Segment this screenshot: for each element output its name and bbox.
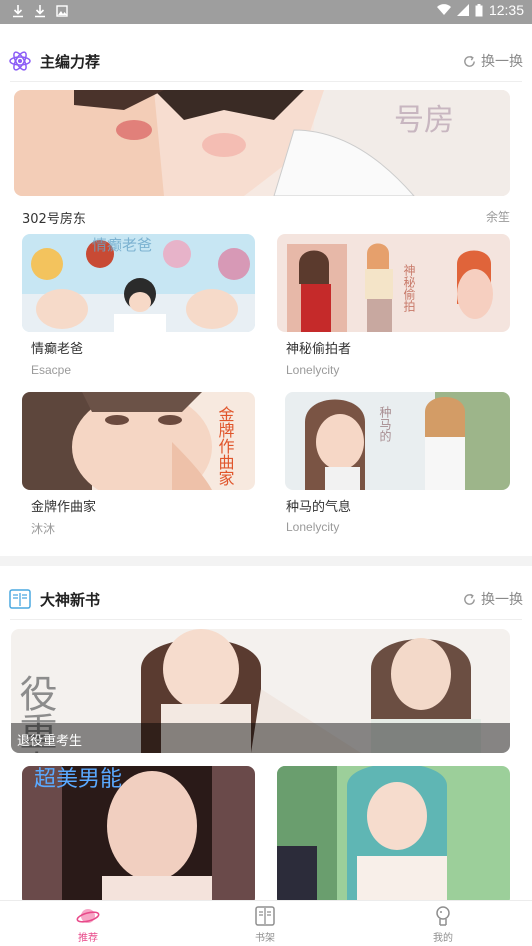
refresh-button[interactable]: 换一换 xyxy=(462,589,523,609)
tab-recommend[interactable]: 推荐 xyxy=(58,905,118,944)
tab-bookshelf[interactable]: 书架 xyxy=(235,905,295,944)
section-header: 主编力荐 换一换 xyxy=(0,38,532,84)
cover-image: 超美男能 xyxy=(22,766,255,900)
system-status: 12:35 xyxy=(436,2,524,18)
header-divider xyxy=(10,619,522,620)
cover-image: 种马的 xyxy=(285,392,510,490)
banner-overlay-text: 号房 xyxy=(394,103,454,138)
book-author: Lonelycity xyxy=(286,363,340,377)
cover-text: 情癫老爸 xyxy=(92,236,152,254)
cover-text: 种马的 xyxy=(378,406,392,442)
book-icon xyxy=(255,906,275,926)
banner-title: 退役重考生 xyxy=(17,734,83,749)
image-icon xyxy=(56,5,68,17)
cover-text: 超美男能 xyxy=(34,767,122,792)
cover-text: 金牌作曲家 xyxy=(216,406,235,486)
book-cover[interactable]: 种马的 xyxy=(285,392,510,490)
book-cover[interactable]: 神秘偷拍 xyxy=(277,234,510,332)
tab-label: 推荐 xyxy=(78,933,98,944)
banner-author: 余笙 xyxy=(485,210,510,224)
cover-image: 神秘偷拍 xyxy=(277,234,510,332)
book-cover[interactable] xyxy=(277,766,510,900)
book-title: 情癫老爸 xyxy=(31,342,84,357)
signal-icon xyxy=(456,4,469,16)
tab-label: 书架 xyxy=(255,933,275,944)
download-icon xyxy=(35,5,45,18)
section-divider xyxy=(0,556,532,566)
book-author: Lonelycity xyxy=(286,520,340,534)
refresh-label: 换一换 xyxy=(481,54,523,70)
cover-image: 情癫老爸 xyxy=(22,234,255,332)
book-author: 沐沐 xyxy=(31,522,56,536)
banner-cover[interactable]: 号房 xyxy=(14,90,510,196)
clock: 12:35 xyxy=(488,2,524,18)
book-cover[interactable]: 金牌作曲家 xyxy=(22,392,255,490)
editor-picks-section: 主编力荐 换一换 号房 302号房东 余笙 情癫老爸 情癫老爸 Esacpe 神… xyxy=(0,38,532,556)
new-books-section: 大神新书 换一换 役重考 退役重考生 超美男能 xyxy=(0,576,532,900)
banner-cover[interactable]: 役重考 退役重考生 xyxy=(11,629,510,753)
book-author: Esacpe xyxy=(31,363,72,377)
section-title: 大神新书 xyxy=(40,591,101,609)
header-divider xyxy=(10,81,522,82)
open-book-icon xyxy=(9,589,31,609)
planet-icon xyxy=(76,909,100,923)
cover-image: 金牌作曲家 xyxy=(22,392,255,490)
refresh-label: 换一换 xyxy=(481,592,523,608)
cover-image: 号房 xyxy=(14,90,510,196)
profile-icon xyxy=(436,906,450,926)
tab-profile[interactable]: 我的 xyxy=(413,905,473,944)
battery-icon xyxy=(475,3,483,16)
bottom-tab-bar: 推荐 书架 我的 xyxy=(0,900,532,946)
banner-caption: 退役重考生 xyxy=(11,723,510,753)
book-title: 金牌作曲家 xyxy=(31,500,97,515)
download-icon xyxy=(13,5,23,18)
wifi-icon xyxy=(436,4,451,16)
section-title: 主编力荐 xyxy=(40,53,101,71)
tab-label: 我的 xyxy=(433,933,453,944)
refresh-icon xyxy=(464,593,475,605)
book-cover[interactable]: 超美男能 xyxy=(22,766,255,900)
book-cover[interactable]: 情癫老爸 xyxy=(22,234,255,332)
notification-icons xyxy=(12,4,68,18)
banner-title: 302号房东 xyxy=(22,212,86,227)
section-header: 大神新书 换一换 xyxy=(0,576,532,622)
status-bar: 12:35 xyxy=(0,0,532,24)
atom-icon xyxy=(9,51,31,71)
refresh-button[interactable]: 换一换 xyxy=(462,51,523,71)
refresh-icon xyxy=(464,55,475,67)
cover-text: 神秘偷拍 xyxy=(402,264,416,313)
book-title: 神秘偷拍者 xyxy=(286,342,352,357)
book-title: 种马的气息 xyxy=(286,500,352,515)
cover-image xyxy=(277,766,510,900)
